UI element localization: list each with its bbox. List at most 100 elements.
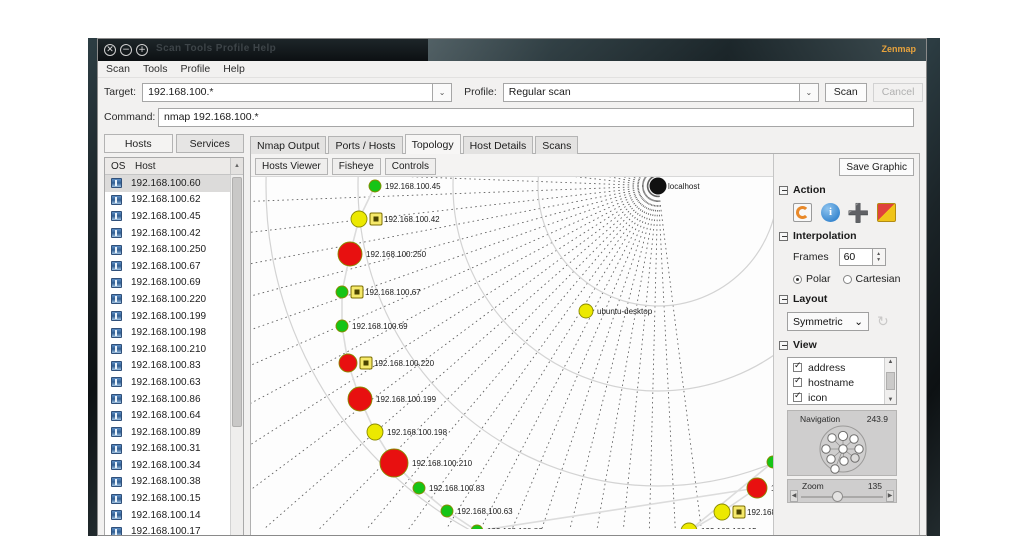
view-list-scrollbar[interactable]: ▲ ▼ (884, 358, 896, 404)
checkbox-hostname[interactable] (793, 376, 802, 387)
radio-cartesian-dot[interactable] (842, 274, 852, 284)
section-interpolation[interactable]: Interpolation (779, 230, 914, 242)
topology-node[interactable]: 192.168.100.210 (379, 448, 473, 478)
tab-topology[interactable]: Topology (404, 134, 461, 154)
zoom-slider-knob[interactable] (832, 491, 843, 502)
chevron-down-icon[interactable]: ⌄ (854, 316, 863, 328)
scan-button[interactable]: Scan (824, 82, 867, 102)
view-options-list[interactable]: address hostname icon ▲ ▼ (787, 357, 897, 405)
menu-item-scan[interactable]: Scan (106, 63, 130, 75)
minimize-icon[interactable]: − (120, 44, 132, 56)
topology-node[interactable]: 192.168.100.63 (440, 504, 513, 518)
host-list-row[interactable]: 192.168.100.63 (105, 374, 243, 391)
host-list-scrollbar[interactable] (230, 175, 243, 535)
topology-node[interactable]: 192.168.100.198 (366, 423, 448, 441)
host-list-row[interactable]: 192.168.100.62 (105, 192, 243, 209)
zoom-decrease-button[interactable]: ◀ (790, 490, 798, 502)
topology-canvas[interactable]: 192.168.100.45 192.168.100.42 192.168.100.… (251, 176, 773, 535)
topology-node[interactable]: 192.168.100.45 (368, 179, 441, 193)
tab-ports-hosts[interactable]: Ports / Hosts (328, 136, 403, 154)
command-input[interactable]: nmap 192.168.100.* (158, 107, 914, 127)
tab-nmap-output[interactable]: Nmap Output (250, 136, 327, 154)
info-icon[interactable]: i (821, 203, 840, 222)
host-list-row[interactable]: 192.168.100.31 (105, 441, 243, 458)
tab-scans[interactable]: Scans (535, 136, 579, 154)
menu-item-tools[interactable]: Tools (143, 63, 168, 75)
host-list-row[interactable]: 192.168.100.89 (105, 424, 243, 441)
target-dropdown-icon[interactable]: ⌄ (432, 82, 453, 102)
host-list-scroll-thumb[interactable] (232, 177, 242, 427)
host-list-row[interactable]: 192.168.100.38 (105, 474, 243, 491)
ring-arrow-icon[interactable] (793, 203, 812, 222)
host-list-row[interactable]: 192.168.100.198 (105, 324, 243, 341)
host-list-row[interactable]: 192.168.100.60 (105, 175, 243, 192)
topology-node[interactable]: 192.168.10 (713, 503, 773, 521)
checkbox-icon[interactable] (793, 391, 802, 402)
radio-polar-dot[interactable] (793, 274, 802, 284)
topology-node[interactable]: 192.168.100.83 (412, 481, 485, 495)
column-header-os[interactable]: OS (105, 161, 135, 172)
topology-node[interactable]: 192.1 (746, 477, 773, 499)
frames-stepper[interactable]: ▲ ▼ (872, 248, 886, 266)
menu-item-profile[interactable]: Profile (180, 63, 210, 75)
close-icon[interactable]: ✕ (104, 44, 116, 56)
host-list-row[interactable]: 192.168.100.250 (105, 241, 243, 258)
profile-dropdown-icon[interactable]: ⌄ (798, 82, 819, 102)
target-input[interactable]: 192.168.100.* (142, 82, 433, 102)
host-list-row[interactable]: 192.168.100.42 (105, 225, 243, 242)
frames-input[interactable]: 60 (838, 248, 873, 266)
topology-hub-node[interactable]: localhost (649, 177, 701, 195)
graph-tab-hosts-viewer[interactable]: Hosts Viewer (255, 158, 328, 175)
collapse-icon-view[interactable] (779, 340, 788, 350)
scroll-down-icon[interactable]: ▼ (888, 397, 894, 403)
section-action[interactable]: Action (779, 184, 914, 196)
view-option-address[interactable]: address (793, 360, 884, 375)
section-layout[interactable]: Layout (779, 293, 914, 305)
maximize-icon[interactable]: + (136, 44, 148, 56)
host-list-row[interactable]: 192.168.100.14 (105, 507, 243, 524)
tab-services[interactable]: Services (175, 134, 244, 153)
host-list-row[interactable]: 192.168.100.83 (105, 358, 243, 375)
zoom-panel[interactable]: Zoom 135 ◀ ▶ (787, 479, 897, 503)
radio-polar[interactable]: Polar (793, 273, 831, 285)
view-scroll-thumb[interactable] (886, 372, 895, 390)
menu-item-help[interactable]: Help (223, 63, 245, 75)
scroll-up-icon[interactable]: ▲ (888, 359, 894, 365)
zoom-increase-button[interactable]: ▶ (886, 490, 894, 502)
graph-tab-fisheye[interactable]: Fisheye (331, 158, 381, 175)
topology-node[interactable]: 192.168.100.15 (680, 522, 757, 529)
section-view[interactable]: View (779, 339, 914, 351)
topology-node[interactable]: 192.168.100.42 (350, 210, 440, 228)
host-list-row[interactable]: 192.168.100.220 (105, 291, 243, 308)
collapse-icon-action[interactable] (779, 185, 788, 195)
host-list-row[interactable]: 192.168.100.67 (105, 258, 243, 275)
collapse-icon-layout[interactable] (779, 294, 788, 304)
view-option-hostname[interactable]: hostname (793, 375, 884, 390)
host-list-row[interactable]: 192.168.100.69 (105, 275, 243, 292)
host-list-body[interactable]: 192.168.100.60 192.168.100.62 192.168.100.… (105, 175, 243, 535)
topology-node[interactable]: 192.168.100.199 (347, 386, 437, 412)
host-list-row[interactable]: 192.168.100.199 (105, 308, 243, 325)
tab-hosts[interactable]: Hosts (104, 134, 173, 153)
collapse-icon-interpolation[interactable] (779, 231, 788, 241)
checkbox-address[interactable] (793, 361, 802, 372)
navigation-panel[interactable]: Navigation 243.9 (787, 410, 897, 476)
host-list-row[interactable]: 192.168.100.64 (105, 407, 243, 424)
topology-node[interactable]: 192.168.100.250 (337, 241, 427, 267)
radio-cartesian[interactable]: Cartesian (842, 273, 900, 285)
view-option-icon[interactable]: icon (793, 390, 884, 404)
host-list-row[interactable]: 192.168.100.210 (105, 341, 243, 358)
host-list-row[interactable]: 192.168.100.17 (105, 523, 243, 535)
navigation-minimap[interactable] (788, 425, 898, 475)
profile-select[interactable]: Regular scan (502, 82, 799, 102)
group-icon[interactable] (877, 203, 896, 222)
graph-tab-controls[interactable]: Controls (384, 158, 436, 175)
column-header-host[interactable]: Host (135, 161, 243, 172)
header-overflow-icon[interactable]: ▲ (230, 158, 243, 174)
topology-node[interactable]: 192.168.100.69 (335, 319, 408, 333)
host-list-row[interactable]: 192.168.100.34 (105, 457, 243, 474)
layout-select[interactable]: Symmetric ⌄ (787, 312, 869, 331)
topology-node[interactable]: ubuntu-desktop (578, 303, 653, 319)
host-list-row[interactable]: 192.168.100.15 (105, 490, 243, 507)
plus-icon[interactable]: ➕ (847, 203, 869, 222)
